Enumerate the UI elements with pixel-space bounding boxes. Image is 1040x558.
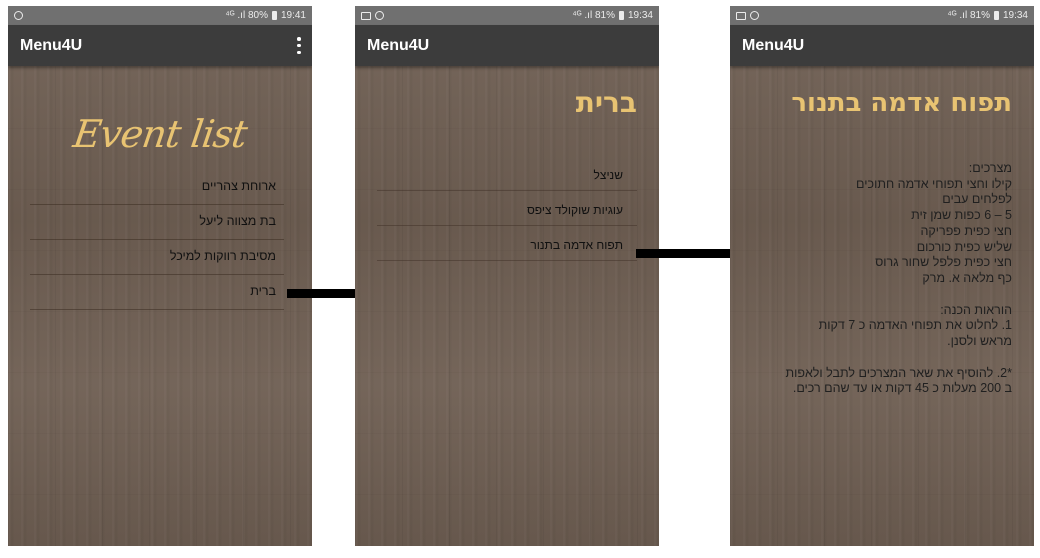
app-bar: Menu4U — [730, 25, 1034, 66]
recipe-line: חצי כפית פפריקה — [920, 223, 1012, 238]
dish-list: שניצל עוגיות שוקולד ציפס תפוח אדמה בתנור — [377, 156, 637, 261]
list-item[interactable]: בת מצווה ליעל — [30, 205, 284, 240]
page-title: תפוח אדמה בתנור — [791, 88, 1012, 118]
status-bar: ⁴ᴳ .ıl 81% 19:34 — [730, 6, 1034, 25]
phone-screen-category: ⁴ᴳ .ıl 81% 19:34 Menu4U ברית שניצל עוגיו… — [355, 6, 659, 546]
status-bar: ⁴ᴳ .ıl 81% 19:34 — [355, 6, 659, 25]
app-bar: Menu4U — [355, 25, 659, 66]
list-item[interactable]: עוגיות שוקולד ציפס — [377, 191, 637, 226]
list-item[interactable]: ארוחת צהריים — [30, 170, 284, 205]
recipe-line: כף מלאה א. מרק — [922, 270, 1012, 285]
list-item[interactable]: שניצל — [377, 156, 637, 191]
image-icon — [361, 11, 371, 20]
recipe-line: לפלחים עבים — [942, 192, 1012, 207]
app-title: Menu4U — [367, 37, 430, 54]
list-item[interactable]: תפוח אדמה בתנור — [377, 226, 637, 261]
list-item[interactable]: ברית — [30, 275, 284, 310]
recipe-line: *2. להוסיף את שאר המצרכים לתבל ולאפות — [785, 365, 1012, 380]
recipe-line: קילו וחצי תפוחי אדמה חתוכים — [856, 176, 1012, 191]
battery-icon — [618, 11, 624, 20]
list-item[interactable]: מסיבת רווקות למיכל — [30, 240, 284, 275]
clock: 19:34 — [1002, 10, 1028, 21]
recipe-line: מראש ולסנן. — [947, 334, 1012, 349]
clock: 19:34 — [627, 10, 653, 21]
phone-screen-recipe: ⁴ᴳ .ıl 81% 19:34 Menu4U תפוח אדמה בתנור … — [730, 6, 1034, 546]
recipe-line: חצי כפית פלפל שחור גרוס — [875, 255, 1012, 270]
recipe-line: שליש כפית כורכום — [916, 239, 1012, 254]
recipe-line: ב 200 מעלות כ 45 דקות או עד שהם רכים. — [792, 381, 1012, 396]
recipe-line: הוראות הכנה: — [940, 302, 1012, 317]
app-bar: Menu4U — [8, 25, 312, 66]
battery-icon — [993, 11, 999, 20]
recipe-line: מצרכים: — [968, 161, 1012, 175]
app-title: Menu4U — [742, 37, 805, 54]
status-bar: ⁴ᴳ .ıl 80% 19:41 — [8, 6, 312, 25]
network-status: ⁴ᴳ .ıl 80% — [225, 10, 268, 21]
phone-screen-event-list: ⁴ᴳ .ıl 80% 19:41 Menu4U Event list ארוחת… — [8, 6, 312, 546]
recipe-text: מצרכים: קילו וחצי תפוחי אדמה חתוכים לפלחים… — [744, 161, 1012, 397]
network-status: ⁴ᴳ .ıl 81% — [572, 10, 615, 21]
app-title: Menu4U — [20, 37, 83, 54]
event-list: ארוחת צהריים בת מצווה ליעל מסיבת רווקות … — [30, 170, 284, 310]
whatsapp-icon — [375, 11, 384, 20]
overflow-menu-icon[interactable] — [296, 37, 302, 54]
recipe-line: 1. לחלוט את תפוחי האדמה כ 7 דקות — [818, 318, 1012, 333]
recipe-line: 5 – 6 כפות שמן זית — [911, 208, 1012, 223]
whatsapp-icon — [750, 11, 759, 20]
page-title: ברית — [575, 86, 637, 119]
battery-icon — [271, 11, 277, 20]
image-icon — [736, 11, 746, 20]
clock: 19:41 — [280, 10, 306, 21]
whatsapp-icon — [14, 11, 23, 20]
page-title: Event list — [70, 112, 250, 156]
network-status: ⁴ᴳ .ıl 81% — [947, 10, 990, 21]
